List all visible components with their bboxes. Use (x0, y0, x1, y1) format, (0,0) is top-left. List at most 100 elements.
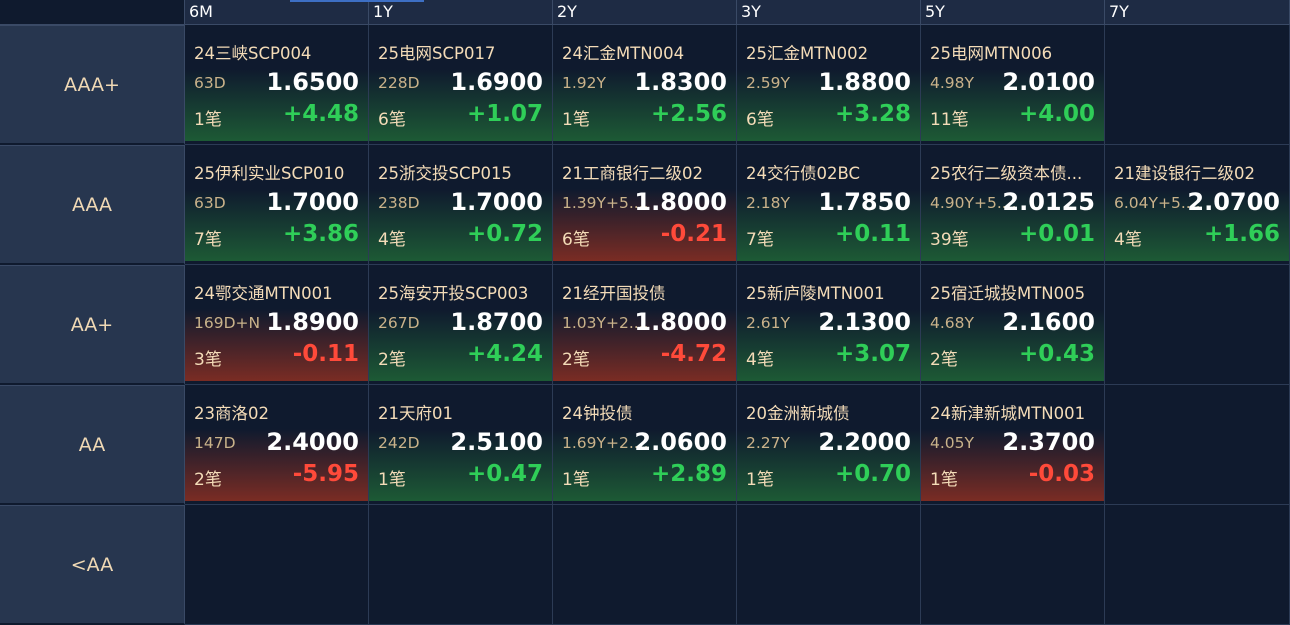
yield-change: +3.28 (834, 101, 911, 127)
bond-cell[interactable]: 21天府01 242D 2.5100 1笔 +0.47 (369, 385, 553, 505)
bond-card[interactable]: 25伊利实业SCP010 63D 1.7000 7笔 +3.86 (185, 145, 368, 261)
bond-name: 25浙交投SCP015 (378, 164, 512, 183)
bond-cell[interactable]: 25宿迁城投MTN005 4.68Y 2.1600 2笔 +0.43 (921, 265, 1105, 385)
rating-term-matrix: 6M 1Y 2Y 3Y 5Y 7Y AAA+ 24三峡SCP004 63D 1.650… (0, 0, 1290, 625)
bond-cell[interactable]: 25浙交投SCP015 238D 1.7000 4笔 +0.72 (369, 145, 553, 265)
column-header-6m[interactable]: 6M (185, 0, 369, 25)
bond-cell[interactable]: 24汇金MTN004 1.92Y 1.8300 1笔 +2.56 (553, 25, 737, 145)
empty-cell (1105, 385, 1290, 505)
bond-name: 21天府01 (378, 404, 453, 423)
bond-card[interactable]: 25海安开投SCP003 267D 1.8700 2笔 +4.24 (369, 265, 552, 381)
bond-card[interactable]: 25电网SCP017 228D 1.6900 6笔 +1.07 (369, 25, 552, 141)
bond-card[interactable]: 21天府01 242D 2.5100 1笔 +0.47 (369, 385, 552, 501)
bond-term: 2.61Y (746, 314, 790, 332)
bond-yield: 1.7000 (266, 188, 359, 216)
bond-yield: 1.8300 (634, 68, 727, 96)
bond-yield: 2.1300 (818, 308, 911, 336)
bond-card[interactable]: 25电网MTN006 4.98Y 2.0100 11笔 +4.00 (921, 25, 1104, 141)
rating-row-label[interactable]: AA+ (0, 265, 185, 385)
bond-cell[interactable]: 24三峡SCP004 63D 1.6500 1笔 +4.48 (185, 25, 369, 145)
bond-card[interactable]: 21工商银行二级02 1.39Y+5.... 1.8000 6笔 -0.21 (553, 145, 736, 261)
empty-cell (921, 505, 1105, 625)
column-header-1y[interactable]: 1Y (369, 0, 553, 25)
bond-card[interactable]: 21经开国投债 1.03Y+2.... 1.8000 2笔 -4.72 (553, 265, 736, 381)
bond-yield: 1.6900 (450, 68, 543, 96)
bond-name: 21建设银行二级02 (1114, 164, 1255, 183)
bond-card[interactable]: 24钟投债 1.69Y+2.... 2.0600 1笔 +2.89 (553, 385, 736, 501)
bond-cell[interactable]: 25伊利实业SCP010 63D 1.7000 7笔 +3.86 (185, 145, 369, 265)
empty-cell (185, 505, 369, 625)
rating-row-label[interactable]: AAA (0, 145, 185, 265)
bond-yield: 2.4000 (266, 428, 359, 456)
bond-card[interactable]: 24新津新城MTN001 4.05Y 2.3700 1笔 -0.03 (921, 385, 1104, 501)
trade-count: 2笔 (194, 470, 222, 490)
bond-cell[interactable]: 21经开国投债 1.03Y+2.... 1.8000 2笔 -4.72 (553, 265, 737, 385)
column-header-2y[interactable]: 2Y (553, 0, 737, 25)
bond-name: 21经开国投债 (562, 284, 666, 303)
bond-term: 4.05Y (930, 434, 974, 452)
yield-change: +3.86 (282, 221, 359, 247)
bond-card[interactable]: 25宿迁城投MTN005 4.68Y 2.1600 2笔 +0.43 (921, 265, 1104, 381)
bond-yield: 2.0125 (1002, 188, 1095, 216)
column-header-7y[interactable]: 7Y (1105, 0, 1290, 25)
bond-cell[interactable]: 25电网MTN006 4.98Y 2.0100 11笔 +4.00 (921, 25, 1105, 145)
trade-count: 4笔 (378, 230, 406, 250)
bond-cell[interactable]: 21建设银行二级02 6.04Y+5.... 2.0700 4笔 +1.66 (1105, 145, 1290, 265)
yield-change: -0.03 (1028, 461, 1095, 487)
yield-change: -4.72 (660, 341, 727, 367)
bond-card[interactable]: 20金洲新城债 2.27Y 2.2000 1笔 +0.70 (737, 385, 920, 501)
bond-cell[interactable]: 21工商银行二级02 1.39Y+5.... 1.8000 6笔 -0.21 (553, 145, 737, 265)
bond-cell[interactable]: 24钟投债 1.69Y+2.... 2.0600 1笔 +2.89 (553, 385, 737, 505)
bond-name: 20金洲新城债 (746, 404, 850, 423)
bond-card[interactable]: 24汇金MTN004 1.92Y 1.8300 1笔 +2.56 (553, 25, 736, 141)
bond-cell[interactable]: 25海安开投SCP003 267D 1.8700 2笔 +4.24 (369, 265, 553, 385)
bond-cell[interactable]: 20金洲新城债 2.27Y 2.2000 1笔 +0.70 (737, 385, 921, 505)
bond-card[interactable]: 25汇金MTN002 2.59Y 1.8800 6笔 +3.28 (737, 25, 920, 141)
bond-yield: 2.2000 (818, 428, 911, 456)
rating-row-label[interactable]: <AA (0, 505, 185, 625)
trade-count: 4笔 (1114, 230, 1142, 250)
bond-cell[interactable]: 25新庐陵MTN001 2.61Y 2.1300 4笔 +3.07 (737, 265, 921, 385)
bond-name: 25汇金MTN002 (746, 44, 869, 63)
bond-card[interactable]: 24三峡SCP004 63D 1.6500 1笔 +4.48 (185, 25, 368, 141)
bond-card[interactable]: 25农行二级资本债... 4.90Y+5.... 2.0125 39笔 +0.01 (921, 145, 1104, 261)
bond-card[interactable]: 23商洛02 147D 2.4000 2笔 -5.95 (185, 385, 368, 501)
bond-cell[interactable]: 25电网SCP017 228D 1.6900 6笔 +1.07 (369, 25, 553, 145)
bond-name: 24三峡SCP004 (194, 44, 312, 63)
bond-term: 4.98Y (930, 74, 974, 92)
bond-cell[interactable]: 25汇金MTN002 2.59Y 1.8800 6笔 +3.28 (737, 25, 921, 145)
bond-card[interactable]: 25新庐陵MTN001 2.61Y 2.1300 4笔 +3.07 (737, 265, 920, 381)
bond-cell[interactable]: 24交行债02BC 2.18Y 1.7850 7笔 +0.11 (737, 145, 921, 265)
yield-change: -5.95 (292, 461, 359, 487)
trade-count: 39笔 (930, 230, 969, 250)
trade-count: 6笔 (562, 230, 590, 250)
trade-count: 6笔 (378, 110, 406, 130)
bond-card[interactable]: 24鄂交通MTN001 169D+N 1.8900 3笔 -0.11 (185, 265, 368, 381)
rating-row-label[interactable]: AA (0, 385, 185, 505)
trade-count: 1笔 (194, 110, 222, 130)
bond-name: 25新庐陵MTN001 (746, 284, 885, 303)
column-header-5y[interactable]: 5Y (921, 0, 1105, 25)
bond-yield: 1.7000 (450, 188, 543, 216)
empty-cell (1105, 505, 1290, 625)
bond-name: 24交行债02BC (746, 164, 861, 183)
bond-cell[interactable]: 25农行二级资本债... 4.90Y+5.... 2.0125 39笔 +0.01 (921, 145, 1105, 265)
column-header-3y[interactable]: 3Y (737, 0, 921, 25)
bond-cell[interactable]: 24鄂交通MTN001 169D+N 1.8900 3笔 -0.11 (185, 265, 369, 385)
bond-name: 24鄂交通MTN001 (194, 284, 333, 303)
trade-count: 3笔 (194, 350, 222, 370)
bond-name: 24汇金MTN004 (562, 44, 685, 63)
trade-count: 2笔 (562, 350, 590, 370)
bond-card[interactable]: 21建设银行二级02 6.04Y+5.... 2.0700 4笔 +1.66 (1105, 145, 1289, 261)
bond-term: 228D (378, 74, 420, 92)
yield-change: +3.07 (834, 341, 911, 367)
rating-row-label[interactable]: AAA+ (0, 25, 185, 145)
yield-change: +0.01 (1018, 221, 1095, 247)
bond-card[interactable]: 25浙交投SCP015 238D 1.7000 4笔 +0.72 (369, 145, 552, 261)
yield-change: +4.24 (466, 341, 543, 367)
trade-count: 4笔 (746, 350, 774, 370)
yield-change: +2.89 (650, 461, 727, 487)
bond-card[interactable]: 24交行债02BC 2.18Y 1.7850 7笔 +0.11 (737, 145, 920, 261)
bond-cell[interactable]: 23商洛02 147D 2.4000 2笔 -5.95 (185, 385, 369, 505)
bond-cell[interactable]: 24新津新城MTN001 4.05Y 2.3700 1笔 -0.03 (921, 385, 1105, 505)
